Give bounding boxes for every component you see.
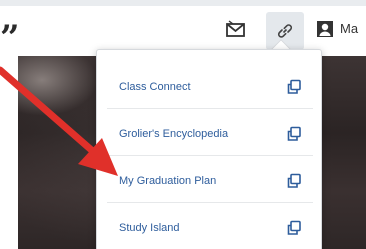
external-window-icon (285, 172, 303, 190)
user-name[interactable]: Ma (340, 21, 358, 36)
menu-item-label: Study Island (119, 222, 180, 234)
external-window-icon (285, 219, 303, 237)
menu-item-class-connect[interactable]: Class Connect (107, 65, 313, 109)
menu-item-my-graduation-plan[interactable]: My Graduation Plan (107, 159, 313, 203)
external-window-icon (285, 125, 303, 143)
mail-icon[interactable] (222, 16, 250, 42)
menu-item-study-island[interactable]: Study Island (107, 206, 313, 249)
menu-item-label: Grolier's Encyclopedia (119, 127, 229, 140)
links-dropdown: Class Connect Grolier's Encyclopedia My … (96, 49, 322, 249)
menu-item-label: My Graduation Plan (119, 174, 217, 187)
menu-item-groliers-encyclopedia[interactable]: Grolier's Encyclopedia (107, 112, 313, 156)
background-photo-highlight (18, 56, 98, 116)
external-window-icon (285, 78, 303, 96)
quote-mark: ” (0, 18, 20, 58)
top-bar: ” Ma (0, 0, 366, 55)
user-icon[interactable] (311, 16, 339, 42)
screenshot-stage: ” Ma Class Connect Grolier's Encyclopedi… (0, 0, 366, 249)
menu-item-label: Class Connect (119, 80, 191, 93)
